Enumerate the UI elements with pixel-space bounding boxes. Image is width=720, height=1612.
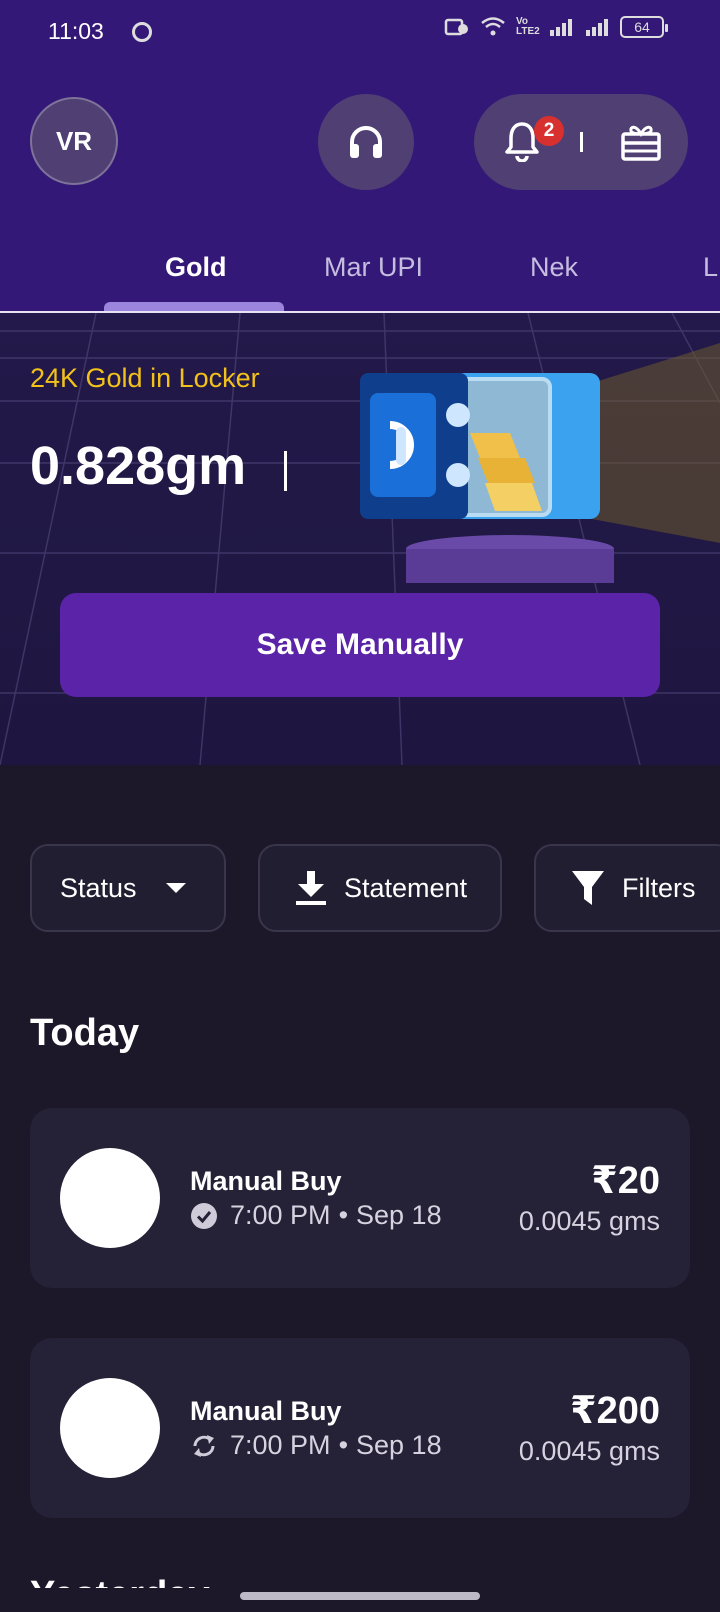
caret-down-icon	[165, 883, 186, 893]
avatar[interactable]: VR	[30, 97, 118, 185]
signal-icon-2	[586, 19, 608, 36]
gold-balance: 0.828gm	[30, 436, 247, 496]
transaction-meta: 7:00 PM • Sep 18	[190, 1200, 442, 1231]
transaction-amount: ₹200	[570, 1390, 660, 1432]
section-title-today: Today	[30, 1012, 140, 1054]
gift-icon[interactable]	[620, 122, 662, 162]
gold-locker-card: 24K Gold in Locker 0.828gm Save Manually	[0, 313, 720, 765]
status-dropdown[interactable]: Status	[30, 844, 226, 932]
transaction-grams: 0.0045 gms	[518, 1206, 660, 1236]
transaction-title: Manual Buy	[190, 1166, 342, 1196]
alarm-off-icon	[444, 18, 468, 36]
meta-separator: •	[338, 1430, 349, 1460]
section-title-yesterday: Yesterday	[30, 1574, 210, 1588]
status-bar: 11:03 Vo LTE2 64	[0, 0, 720, 64]
transaction-grams: 0.0045 gms	[518, 1436, 660, 1466]
transaction-icon	[60, 1378, 160, 1478]
meta-separator: •	[338, 1200, 349, 1230]
statement-label: Statement	[344, 872, 468, 903]
transaction-card[interactable]: Manual Buy 7:00 PM • Sep 18 ₹200 0.0045 …	[30, 1338, 690, 1518]
app-notification-icon	[132, 22, 152, 42]
notification-badge: 2	[534, 116, 564, 146]
tab-mar-upi[interactable]: Mar UPI	[324, 252, 423, 283]
support-button[interactable]	[318, 94, 414, 190]
headphones-icon	[350, 126, 382, 158]
filters-label: Filters	[622, 872, 696, 903]
wifi-icon	[481, 17, 505, 36]
tab-gold[interactable]: Gold	[165, 252, 227, 283]
signal-icon-1	[550, 19, 572, 36]
transaction-date: Sep 18	[356, 1200, 442, 1230]
check-circle-icon	[191, 1202, 217, 1229]
tab-nek[interactable]: Nek	[530, 252, 578, 283]
transaction-icon	[60, 1148, 160, 1248]
transaction-date: Sep 18	[356, 1430, 442, 1460]
transaction-amount: ₹20	[591, 1160, 660, 1202]
filter-chips: Status Statement Filters	[0, 844, 720, 932]
download-icon	[296, 871, 326, 905]
filters-button[interactable]: Filters	[534, 844, 720, 932]
tab-l[interactable]: L	[703, 252, 718, 283]
save-manually-button[interactable]: Save Manually	[60, 593, 660, 697]
status-label: Status	[60, 872, 137, 903]
transaction-time: 7:00 PM	[230, 1430, 331, 1460]
transaction-meta: 7:00 PM • Sep 18	[190, 1430, 442, 1461]
home-indicator[interactable]	[240, 1592, 480, 1600]
statement-button[interactable]: Statement	[258, 844, 502, 932]
volte-label: Vo LTE2	[516, 16, 540, 37]
gold-locker-label: 24K Gold in Locker	[30, 363, 260, 393]
transaction-card[interactable]: Manual Buy 7:00 PM • Sep 18 ₹20 0.0045 g…	[30, 1108, 690, 1288]
pill-divider	[580, 132, 583, 152]
filter-icon	[572, 871, 604, 905]
notification-gift-pill: 2	[474, 94, 688, 190]
text-cursor	[284, 451, 287, 491]
status-time: 11:03	[48, 18, 104, 44]
transaction-time: 7:00 PM	[230, 1200, 331, 1230]
tab-bar: Gold Mar UPI Nek L	[0, 240, 720, 312]
status-icons: Vo LTE2 64	[444, 16, 668, 38]
sync-icon	[193, 1434, 215, 1457]
avatar-initials: VR	[55, 125, 93, 156]
battery-level: 64	[634, 19, 650, 35]
battery-icon: 64	[620, 16, 668, 38]
gold-locker-illustration	[360, 373, 614, 583]
transaction-title: Manual Buy	[190, 1396, 342, 1426]
